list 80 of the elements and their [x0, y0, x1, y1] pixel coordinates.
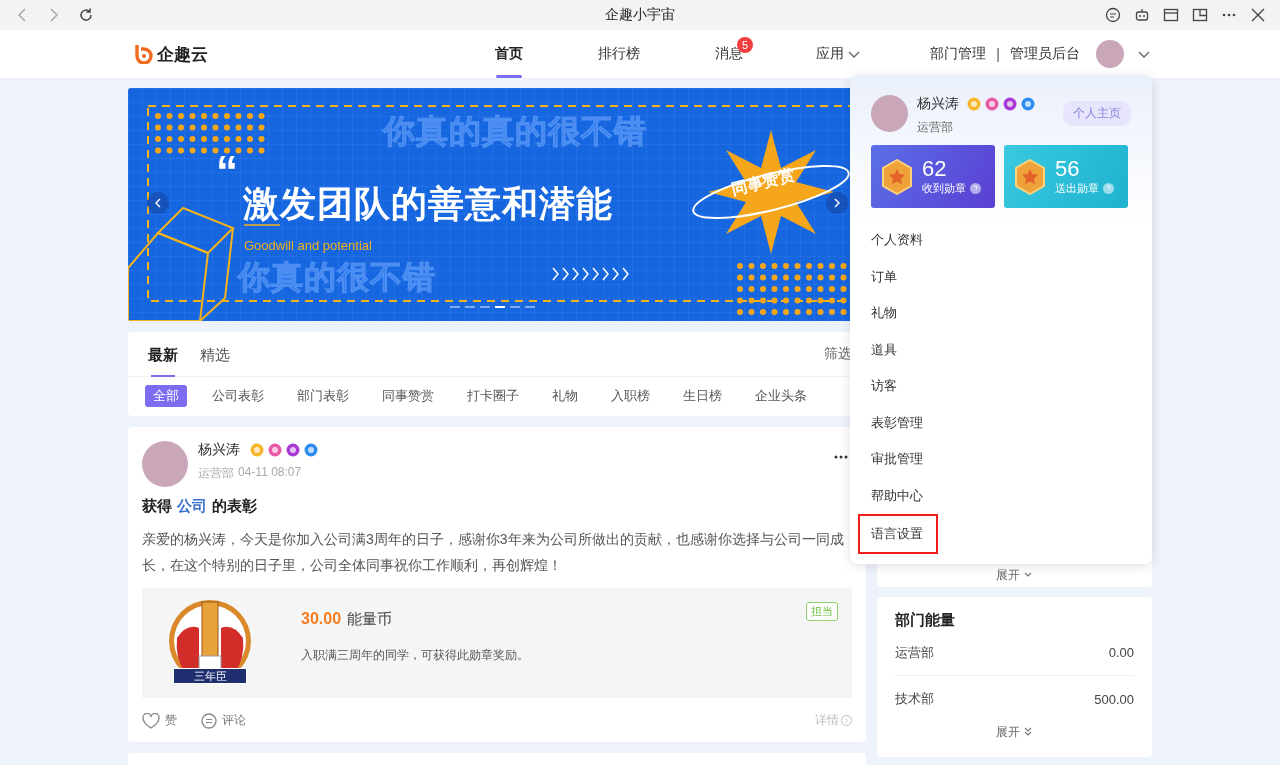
- user-name: 杨兴涛: [917, 95, 959, 113]
- department-text: 运营部: [198, 465, 234, 482]
- comment-button[interactable]: 评论: [201, 712, 246, 729]
- category-chip[interactable]: 打卡圈子: [459, 385, 527, 407]
- department-name: 运营部: [895, 643, 934, 662]
- post-title-text: 的表彰: [212, 497, 257, 516]
- feed-tab[interactable]: 最新: [148, 331, 178, 377]
- expand-link[interactable]: 展开: [895, 722, 1134, 742]
- menu-item[interactable]: 订单: [858, 258, 938, 295]
- hexagon-medal-icon: [881, 158, 913, 195]
- menu-item[interactable]: 表彰管理: [858, 404, 938, 441]
- nav-tab[interactable]: 排行榜: [564, 30, 674, 78]
- menu-item[interactable]: 礼物: [858, 295, 938, 332]
- help-icon: [970, 183, 981, 194]
- like-button[interactable]: 赞: [142, 712, 177, 729]
- window-title: 企趣小宇宙: [605, 6, 675, 24]
- category-chip[interactable]: 同事赞赏: [374, 385, 442, 407]
- heart-icon: [142, 712, 160, 729]
- expand-link[interactable]: 展开: [877, 565, 1152, 585]
- department-name: 技术部: [895, 690, 934, 708]
- feed-tab[interactable]: 精选: [200, 331, 230, 377]
- chevron-circle-icon: [841, 715, 852, 726]
- category-chip[interactable]: 礼物: [544, 385, 586, 407]
- energy-value: 500.00: [1094, 691, 1134, 707]
- reward-description: 入职满三周年的同学，可获得此勋章奖励。: [301, 647, 529, 664]
- more-icon[interactable]: [834, 455, 848, 459]
- medal-label: 三年臣: [173, 668, 247, 684]
- refresh-icon[interactable]: [78, 7, 94, 23]
- chat-icon[interactable]: [1105, 7, 1121, 23]
- nav-tab[interactable]: 应用: [784, 30, 894, 78]
- stat-label: 收到勋章: [922, 181, 966, 196]
- author-name[interactable]: 杨兴涛: [198, 441, 240, 459]
- nav-link[interactable]: 部门管理: [930, 45, 987, 63]
- avatar[interactable]: [142, 441, 188, 487]
- category-chip[interactable]: 全部: [145, 385, 187, 407]
- avatar[interactable]: [871, 95, 908, 132]
- nav-tab[interactable]: 首页: [454, 30, 564, 78]
- quote-mark: “: [216, 150, 238, 194]
- hexagon-medal-icon: [1014, 158, 1046, 195]
- post-title-text: 获得: [142, 497, 172, 516]
- menu-item[interactable]: 审批管理: [858, 441, 938, 478]
- restore-icon[interactable]: [1192, 7, 1208, 23]
- stat-label: 送出勋章: [1055, 181, 1099, 196]
- medal-count: 56: [1055, 157, 1081, 181]
- menu-item[interactable]: 语言设置: [858, 514, 938, 554]
- menu-item[interactable]: 道具: [858, 331, 938, 368]
- medal-stat-card[interactable]: 62 收到勋章: [871, 145, 995, 208]
- double-chevron-icon: [1023, 727, 1033, 737]
- nav-link[interactable]: 管理员后台: [1010, 45, 1080, 63]
- panel-title: 部门能量: [895, 611, 956, 630]
- department-text: 运营部: [917, 119, 954, 136]
- menu-item[interactable]: 个人资料: [858, 222, 938, 259]
- category-chip[interactable]: 公司表彰: [204, 385, 272, 407]
- banner-subtitle: Goodwill and potential: [244, 238, 372, 253]
- company-link[interactable]: 公司: [177, 497, 207, 516]
- logo-text: 企趣云: [157, 43, 208, 66]
- value-tag: 担当: [806, 602, 838, 621]
- logo-icon: [134, 44, 154, 64]
- category-chip[interactable]: 入职榜: [603, 385, 658, 407]
- separator-text: |: [996, 46, 1000, 62]
- robot-icon[interactable]: [1134, 7, 1150, 23]
- banner-headline: 激发团队的善意和潜能: [243, 182, 613, 226]
- energy-value: 0.00: [1108, 645, 1134, 660]
- window-icon[interactable]: [1163, 7, 1179, 23]
- category-chip[interactable]: 生日榜: [675, 385, 730, 407]
- reward-amount: 30.00: [301, 610, 342, 627]
- medal-count: 62: [922, 157, 948, 181]
- chevron-right-icon: [832, 198, 842, 208]
- avatar[interactable]: [1096, 40, 1124, 68]
- close-icon[interactable]: [1250, 7, 1266, 23]
- help-icon: [1103, 183, 1114, 194]
- menu-item[interactable]: 访客: [858, 368, 938, 405]
- comment-icon: [201, 712, 217, 729]
- chevron-left-icon: [153, 198, 163, 208]
- menu-item[interactable]: 帮助中心: [858, 477, 938, 514]
- category-chip[interactable]: 部门表彰: [289, 385, 357, 407]
- reward-unit: 能量币: [347, 610, 393, 627]
- post-body: 亲爱的杨兴涛，今天是你加入公司满3周年的日子，感谢你3年来为公司所做出的贡献，也感谢你选择与公司一同成长，在这个特别的日子里，公司全体同事祝你工作顺利，再创辉煌！: [142, 530, 845, 575]
- category-chip[interactable]: 企业头条: [747, 385, 815, 407]
- post-time: 04-11 08:07: [238, 465, 302, 481]
